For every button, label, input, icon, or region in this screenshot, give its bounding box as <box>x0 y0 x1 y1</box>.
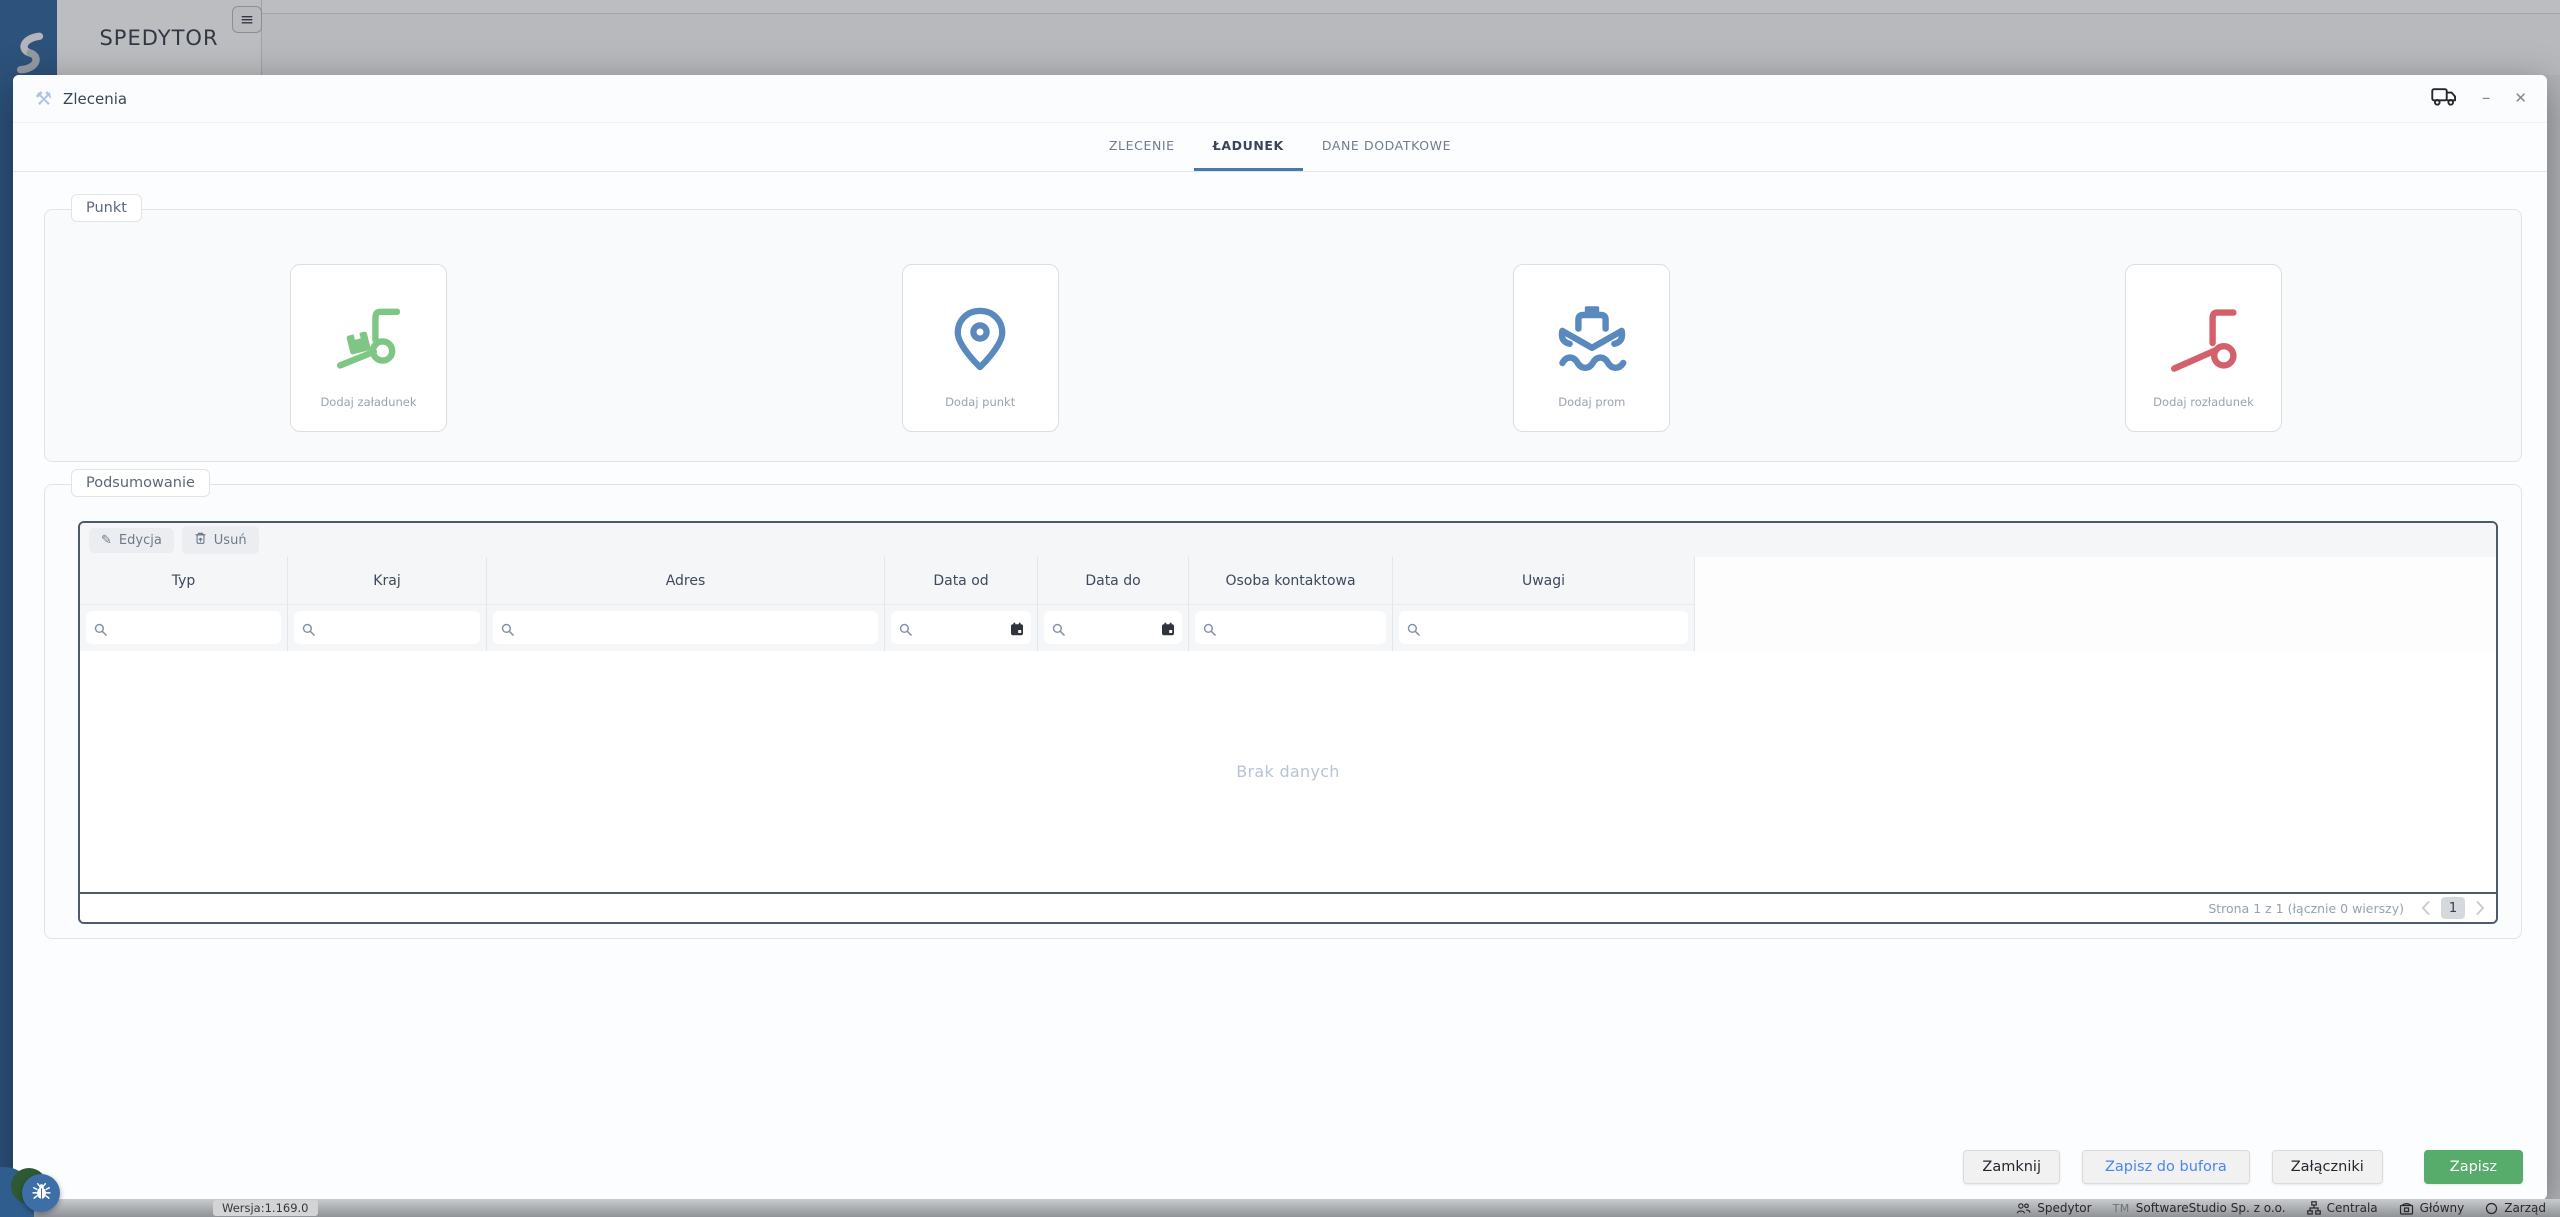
filter-cell-uwagi <box>1393 605 1695 651</box>
grid-filter-row <box>80 605 2496 651</box>
column-header-osoba-kontaktowa[interactable]: Osoba kontaktowa <box>1189 557 1393 605</box>
sitemap-icon <box>2306 1201 2321 1215</box>
grid-filler <box>1695 605 2496 651</box>
status-item-label: Centrala <box>2326 1201 2378 1215</box>
column-header-data-od[interactable]: Data od <box>885 557 1038 605</box>
column-header-data-do[interactable]: Data do <box>1038 557 1189 605</box>
grid-filler <box>1695 557 2496 605</box>
card-label: Dodaj załadunek <box>320 395 417 409</box>
grid-header-row: Typ Kraj Adres Data od Data do Osoba kontakto… <box>80 557 2496 605</box>
tools-icon: ⚒ <box>35 87 53 110</box>
card-dodaj-zaladunek[interactable]: Dodaj załadunek <box>290 264 447 432</box>
ferry-icon <box>1552 287 1632 391</box>
filter-input-uwagi[interactable] <box>1399 611 1688 644</box>
status-item-zarzad[interactable]: Zarząd <box>2485 1201 2546 1215</box>
column-header-uwagi[interactable]: Uwagi <box>1393 557 1695 605</box>
delete-button[interactable]: Usuń <box>181 526 259 554</box>
filter-cell-kraj <box>288 605 487 651</box>
summary-grid: ✎ Edycja Usuń Typ Kraj Adres Data od Data do… <box>78 521 2498 924</box>
zlecenia-dialog: ⚒ Zlecenia – ✕ ZLECENIE ŁADUNEK DANE DODAT… <box>13 75 2547 1200</box>
tab-bar: ZLECENIE ŁADUNEK DANE DODATKOWE <box>13 123 2547 172</box>
punkt-legend: Punkt <box>71 194 142 222</box>
punkt-section: Punkt Dodaj załadunek Dodaj punkt Dodaj … <box>44 194 2522 462</box>
trash-icon <box>194 531 207 549</box>
tab-dane-dodatkowe[interactable]: DANE DODATKOWE <box>1303 123 1470 171</box>
circle-icon <box>2485 1202 2498 1215</box>
punkt-cards: Dodaj załadunek Dodaj punkt Dodaj prom D… <box>45 264 2521 432</box>
filter-input-osoba-kontaktowa[interactable] <box>1195 611 1386 644</box>
save-to-buffer-button[interactable]: Zapisz do bufora <box>2081 1150 2250 1184</box>
chevron-left-icon[interactable] <box>2420 900 2431 916</box>
filter-cell-typ <box>80 605 288 651</box>
calendar-icon[interactable] <box>1010 621 1024 640</box>
map-pin-icon <box>941 287 1019 391</box>
status-item-softwarestudio-sp-z-o-o[interactable]: TM SoftwareStudio Sp. z o.o. <box>2113 1201 2286 1215</box>
summary-legend: Podsumowanie <box>71 469 210 497</box>
filter-input-typ[interactable] <box>86 611 281 644</box>
card-label: Dodaj rozładunek <box>2153 395 2254 409</box>
tab-ladunek[interactable]: ŁADUNEK <box>1193 123 1303 171</box>
save-button[interactable]: Zapisz <box>2423 1150 2523 1184</box>
status-item-label: SoftwareStudio Sp. z o.o. <box>2135 1201 2286 1215</box>
pagination-info: Strona 1 z 1 (łącznie 0 wierszy) <box>2208 900 2404 916</box>
pencil-icon: ✎ <box>101 532 112 548</box>
filter-cell-data-do <box>1038 605 1189 651</box>
tab-zlecenie[interactable]: ZLECENIE <box>1090 123 1194 171</box>
card-label: Dodaj prom <box>1558 395 1626 409</box>
attachments-button[interactable]: Załączniki <box>2271 1150 2383 1184</box>
bug-icon <box>31 1181 52 1206</box>
edit-button[interactable]: ✎ Edycja <box>89 527 174 553</box>
card-dodaj-prom[interactable]: Dodaj prom <box>1513 264 1671 432</box>
close-dialog-button[interactable]: Zamknij <box>1963 1150 2060 1184</box>
status-item-centrala[interactable]: Centrala <box>2306 1201 2378 1215</box>
bug-report-button[interactable] <box>22 1174 60 1212</box>
grid-footer: Strona 1 z 1 (łącznie 0 wierszy) 1 <box>80 892 2496 922</box>
version-label: Wersja:1.169.0 <box>213 1200 318 1216</box>
status-items: Spedytor TM SoftwareStudio Sp. z o.o. Cent… <box>2016 1201 2560 1215</box>
filter-cell-osoba-kontaktowa <box>1189 605 1393 651</box>
dialog-actions: Zamknij Zapisz do bufora Załączniki Zapi… <box>1963 1150 2523 1184</box>
card-label: Dodaj punkt <box>945 395 1016 409</box>
calendar-icon[interactable] <box>1161 621 1175 640</box>
status-item-spedytor[interactable]: Spedytor <box>2016 1201 2092 1215</box>
dialog-titlebar: ⚒ Zlecenia – ✕ <box>13 75 2547 123</box>
close-icon[interactable]: ✕ <box>2514 91 2527 106</box>
status-item-label: Zarząd <box>2504 1201 2546 1215</box>
filter-input-kraj[interactable] <box>294 611 480 644</box>
loading-trolley-icon <box>329 287 409 391</box>
building-icon <box>2399 1201 2414 1215</box>
dialog-title: Zlecenia <box>63 89 128 108</box>
empty-data-text: Brak danych <box>1236 762 1340 781</box>
card-dodaj-rozladunek[interactable]: Dodaj rozładunek <box>2124 264 2282 432</box>
filter-cell-data-od <box>885 605 1038 651</box>
status-item-label: Główny <box>2419 1201 2465 1215</box>
minimize-icon[interactable]: – <box>2482 90 2491 107</box>
grid-body: Brak danych <box>80 651 2496 892</box>
column-header-kraj[interactable]: Kraj <box>288 557 487 605</box>
grid-toolbar: ✎ Edycja Usuń <box>80 523 2496 557</box>
tm-icon: TM <box>2112 1202 2130 1215</box>
summary-section: Podsumowanie ✎ Edycja Usuń Typ Kraj Adre… <box>44 469 2522 939</box>
filter-input-adres[interactable] <box>493 611 878 644</box>
column-header-typ[interactable]: Typ <box>80 557 288 605</box>
pagination-page-1[interactable]: 1 <box>2441 897 2465 919</box>
column-header-adres[interactable]: Adres <box>487 557 885 605</box>
chevron-right-icon[interactable] <box>2475 900 2486 916</box>
unloading-trolley-icon <box>2163 287 2243 391</box>
truck-icon[interactable] <box>2431 87 2458 111</box>
users-icon <box>2016 1202 2031 1215</box>
card-dodaj-punkt[interactable]: Dodaj punkt <box>901 264 1059 432</box>
status-item-label: Spedytor <box>2037 1201 2092 1215</box>
status-bar: Wersja:1.169.0 Spedytor TM SoftwareStudio … <box>0 1199 2560 1217</box>
filter-cell-adres <box>487 605 885 651</box>
status-item-glowny[interactable]: Główny <box>2399 1201 2465 1215</box>
